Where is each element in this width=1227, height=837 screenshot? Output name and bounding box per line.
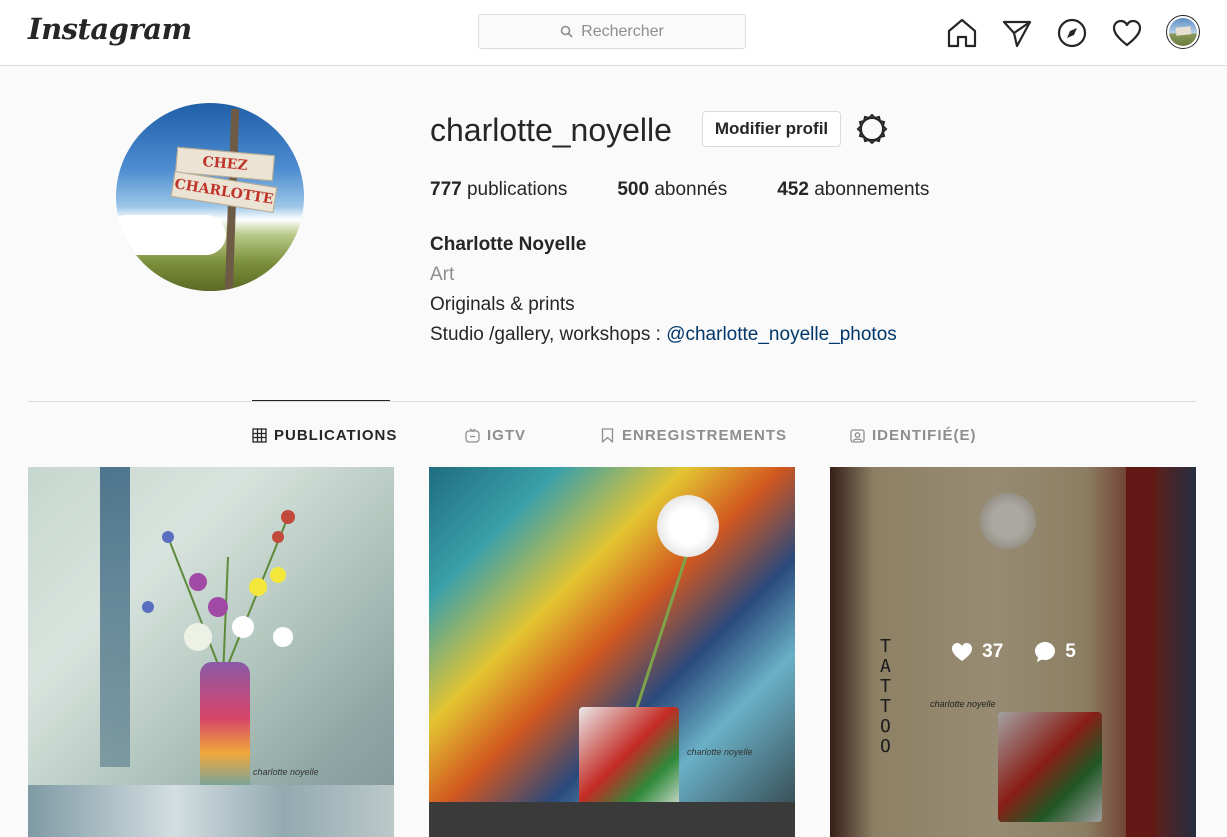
painted-can [579,707,679,817]
post-watermark: charlotte noyelle [687,747,753,757]
post-thumbnail-1[interactable]: charlotte noyelle [28,467,394,837]
bio-line-1: Originals & prints [430,294,575,315]
comment-icon [1035,642,1056,662]
post-watermark: charlotte noyelle [253,767,319,777]
following-stat[interactable]: 452 abonnements [777,179,929,201]
grid-icon [252,427,267,443]
heart-icon [952,643,973,661]
instagram-logo[interactable]: Instagram [28,12,192,46]
likes-count: 37 [950,640,1003,664]
bookmark-icon [601,427,614,443]
followers-stat[interactable]: 500 abonnés [617,179,727,201]
posts-stat: 777 publications [430,179,568,200]
settings-gear-icon[interactable] [855,112,889,146]
search-icon [560,25,573,38]
profile-avatar[interactable]: CHEZ CHARLOTTE [116,103,304,291]
tab-identifie[interactable]: IDENTIFIÉ(E) [850,424,977,446]
bio-mention-link[interactable]: @charlotte_noyelle_photos [666,324,897,345]
profile-full-name: Charlotte Noyelle [430,234,587,255]
comments-count: 5 [1033,640,1076,664]
edit-profile-button[interactable]: Modifier profil [702,111,841,147]
post-thumbnail-2[interactable]: charlotte noyelle [429,467,795,837]
explore-icon[interactable] [1055,16,1089,50]
profile-category: Art [430,264,455,285]
post-thumbnail-3[interactable]: TATTOO charlotte noyelle 37 5 [830,467,1196,837]
activity-heart-icon[interactable] [1110,16,1144,50]
tab-enregistrements[interactable]: ENREGISTREMENTS [600,424,787,446]
bio-line-2: Studio /gallery, workshops : @charlotte_… [430,324,897,345]
active-tab-indicator [252,400,390,401]
home-icon[interactable] [945,16,979,50]
dandelion [657,495,719,557]
flowers-illustration [142,510,295,677]
tab-publications[interactable]: PUBLICATIONS [252,424,397,446]
vase [200,662,250,802]
search-placeholder: Rechercher [581,22,664,40]
igtv-icon [465,427,480,443]
tabs-divider [28,401,1196,402]
profile-stats: 777 publications 500 abonnés 452 abonnem… [430,179,979,201]
profile-username: charlotte_noyelle [430,112,672,148]
direct-icon[interactable] [1000,16,1034,50]
profile-avatar-nav[interactable] [1166,15,1200,49]
post-hover-overlay: 37 5 [830,467,1196,837]
profile-bio: Charlotte Noyelle Art Originals & prints… [430,230,897,350]
search-input[interactable]: Rechercher [478,14,746,49]
top-navbar: Instagram Rechercher [0,0,1227,66]
tab-igtv[interactable]: IGTV [465,424,526,446]
tagged-icon [850,428,865,443]
